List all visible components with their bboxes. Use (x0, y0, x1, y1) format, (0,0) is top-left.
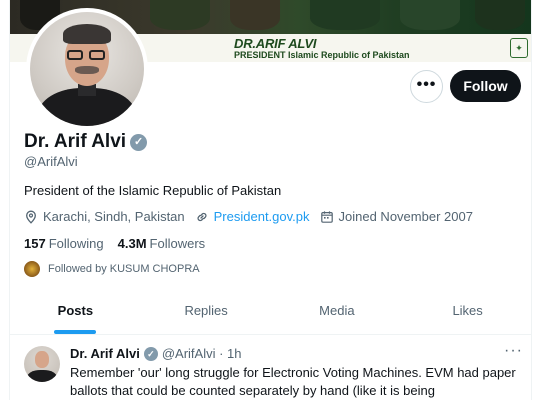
following-count: 157 (24, 236, 46, 251)
followers-link[interactable]: 4.3M Followers (118, 236, 206, 251)
tab-replies[interactable]: Replies (141, 286, 272, 334)
joined-text: Joined November 2007 (338, 209, 473, 224)
followers-count: 4.3M (117, 236, 147, 251)
followed-by-text: Followed by KUSUM CHOPRA (48, 263, 200, 275)
tab-label: Posts (57, 303, 94, 318)
website-link[interactable]: President.gov.pk (214, 209, 310, 224)
banner-title: DR.ARIF ALVI (234, 36, 317, 51)
banner-figure (150, 0, 210, 30)
profile-name-row: Dr. Arif Alvi ✓ (24, 131, 148, 153)
calendar-icon (320, 210, 333, 223)
profile-avatar[interactable] (26, 8, 148, 130)
profile-page: DR.ARIF ALVI PRESIDENT Islamic Republic … (9, 0, 532, 400)
follow-button[interactable]: Follow (450, 70, 521, 102)
following-label: Following (48, 236, 104, 251)
follow-counts: 157 Following 4.3M Followers (24, 236, 219, 251)
banner-figure (400, 0, 460, 30)
post-item[interactable]: Dr. Arif Alvi ✓ @ArifAlvi · 1h ··· Remem… (10, 336, 531, 400)
pakistan-emblem-icon: ✦ (510, 38, 528, 58)
active-tab-indicator (54, 330, 97, 334)
avatar-photo (30, 12, 144, 126)
profile-handle: @ArifAlvi (24, 154, 78, 169)
post-avatar[interactable] (24, 346, 60, 382)
profile-bio: President of the Islamic Republic of Pak… (24, 183, 282, 198)
joined-item: Joined November 2007 (320, 209, 473, 224)
verified-badge-icon: ✓ (143, 346, 158, 361)
tab-label: Media (319, 303, 355, 318)
following-link[interactable]: 157 Following (24, 236, 104, 251)
tab-label: Replies (184, 303, 228, 318)
banner-figure (230, 0, 280, 30)
follower-avatar (24, 261, 40, 277)
followers-label: Followers (149, 236, 206, 251)
post-more-icon[interactable]: ··· (504, 342, 523, 360)
post-text: Remember 'our' long struggle for Electro… (70, 365, 516, 398)
followed-by[interactable]: Followed by KUSUM CHOPRA (24, 261, 200, 277)
profile-name: Dr. Arif Alvi (24, 131, 127, 152)
verified-badge-icon[interactable]: ✓ (130, 133, 148, 151)
profile-meta: Karachi, Sindh, Pakistan President.gov.p… (24, 209, 483, 224)
tab-media[interactable]: Media (272, 286, 403, 334)
post-handle-time[interactable]: @ArifAlvi · 1h (162, 346, 242, 361)
banner-figure (310, 0, 380, 30)
banner-subtitle: PRESIDENT Islamic Republic of Pakistan (234, 50, 410, 60)
link-icon (197, 212, 207, 221)
tab-posts[interactable]: Posts (10, 286, 141, 334)
tab-likes[interactable]: Likes (402, 286, 531, 334)
profile-tabs: Posts Replies Media Likes (10, 286, 531, 335)
banner-figure (475, 0, 525, 30)
more-options-button[interactable]: ••• (410, 70, 443, 103)
website-item[interactable]: President.gov.pk (195, 209, 310, 224)
location-item: Karachi, Sindh, Pakistan (24, 209, 185, 224)
location-text: Karachi, Sindh, Pakistan (43, 209, 185, 224)
post-author-name[interactable]: Dr. Arif Alvi (70, 346, 140, 361)
tab-label: Likes (452, 303, 483, 318)
post-header: Dr. Arif Alvi ✓ @ArifAlvi · 1h (70, 346, 242, 361)
location-pin-icon (26, 210, 36, 224)
